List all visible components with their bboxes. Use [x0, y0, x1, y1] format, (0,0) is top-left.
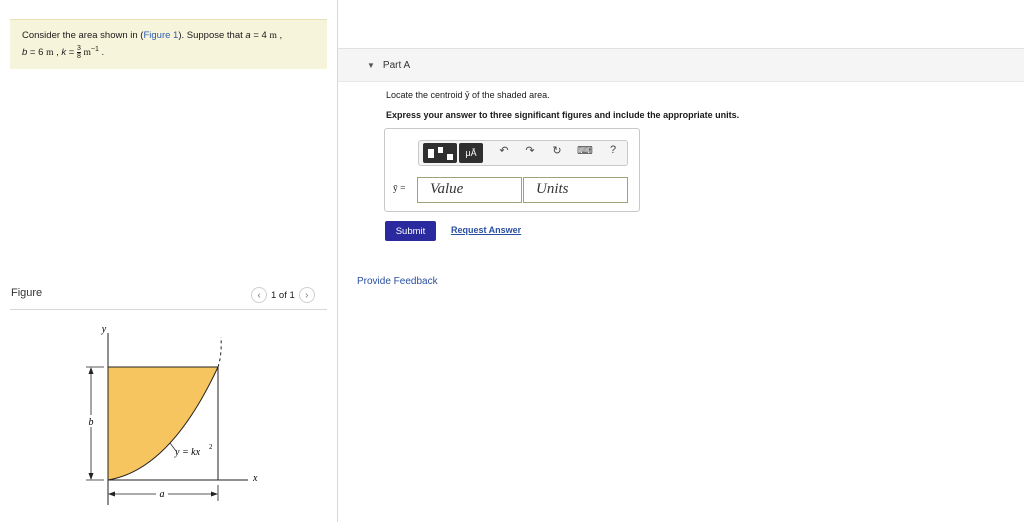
figure-label: Figure — [11, 287, 43, 299]
area-figure: b a y x y = kx 2 — [85, 324, 258, 505]
keyboard-icon[interactable]: ⌨ — [577, 144, 593, 157]
dim-b-label: b — [89, 417, 94, 428]
answer-instruction: Express your answer to three significant… — [386, 110, 740, 120]
template-small-icon — [438, 147, 443, 153]
dim-a-arrow-right — [211, 491, 218, 497]
units-input[interactable]: Units — [523, 177, 628, 203]
a-value: = 4 — [250, 30, 267, 41]
a-unit: m — [269, 31, 277, 41]
part-a-header-band[interactable] — [338, 49, 1024, 82]
left-pane: Consider the area shown in (Figure 1). S… — [0, 0, 337, 522]
templates-button[interactable] — [423, 143, 457, 163]
part-a-header[interactable]: ▼ Part A — [367, 60, 410, 71]
request-answer-link[interactable]: Request Answer — [451, 225, 521, 235]
figure-counter: 1 of 1 — [271, 289, 295, 301]
figure-link[interactable]: Figure 1 — [143, 30, 178, 41]
redo-icon[interactable]: ↷ — [522, 144, 538, 157]
k-unit: m — [83, 48, 91, 59]
dim-b-arrow-bottom — [88, 473, 94, 480]
k-exponent: −1 — [90, 46, 99, 53]
part-a-title: Part A — [382, 60, 411, 71]
var-k: k — [61, 47, 67, 59]
next-figure-button[interactable]: › — [298, 287, 315, 303]
value-input[interactable]: Value — [417, 177, 522, 203]
y-axis-label: y — [101, 324, 107, 335]
k-denominator: 8 — [76, 53, 81, 61]
figure-navigation: ‹ 1 of 1 › — [251, 287, 315, 303]
curve-extension — [217, 336, 222, 368]
k-numerator: 3 — [76, 45, 81, 54]
figure-divider — [10, 309, 327, 310]
reset-icon[interactable]: ↻ — [549, 144, 565, 157]
k-fraction: 38 — [76, 45, 81, 61]
help-icon[interactable]: ? — [605, 144, 621, 156]
b-unit: m — [46, 48, 54, 59]
previous-figure-button[interactable]: ‹ — [251, 287, 267, 303]
units-symbols-button[interactable]: μÅ — [459, 143, 483, 163]
problem-statement: Consider the area shown in (Figure 1). S… — [10, 19, 327, 69]
template-block-icon — [428, 149, 434, 158]
undo-icon[interactable]: ↶ — [496, 144, 512, 157]
dim-a-arrow-left — [108, 491, 115, 497]
dim-b-arrow-top — [88, 367, 94, 374]
answer-label: ȳ = — [393, 184, 406, 194]
x-axis-label: x — [252, 473, 258, 484]
question-prompt: Locate the centroid ȳ of the shaded area… — [386, 90, 550, 100]
math-toolbar: μÅ ↶ ↷ ↻ ⌨ ? — [418, 140, 628, 166]
submit-button[interactable]: Submit — [385, 221, 436, 241]
shaded-area — [108, 367, 218, 480]
problem-intro: Consider the area shown in ( — [22, 30, 144, 41]
b-value: = 6 — [27, 47, 44, 59]
dim-a-label: a — [160, 489, 165, 500]
problem-mid: ). Suppose that — [178, 30, 246, 41]
template-square-icon — [447, 154, 453, 160]
curve-equation: y = kx — [174, 447, 201, 458]
curve-equation-exponent: 2 — [209, 443, 213, 451]
collapse-caret-icon[interactable]: ▼ — [367, 61, 375, 70]
provide-feedback-link[interactable]: Provide Feedback — [357, 276, 438, 287]
